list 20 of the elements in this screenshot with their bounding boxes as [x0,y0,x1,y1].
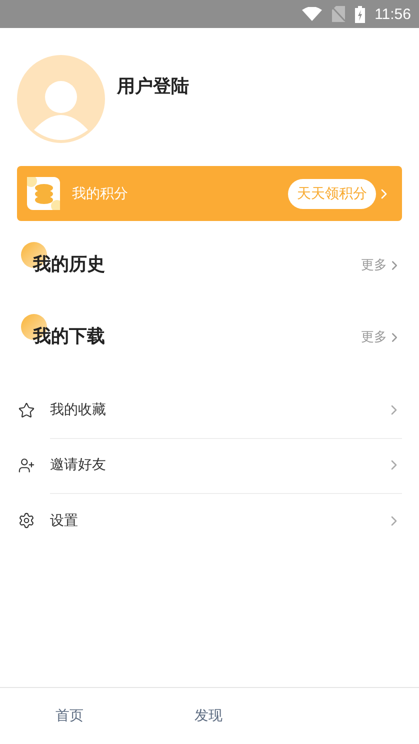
more-link[interactable]: 更多 [361,256,402,274]
more-link[interactable]: 更多 [361,328,402,346]
login-title[interactable]: 用户登陆 [117,74,189,98]
points-label: 我的积分 [72,184,129,202]
coins-icon [27,177,60,210]
menu-item[interactable]: 设置 [50,512,386,530]
clock-time: 11:56 [374,6,411,22]
avatar-icon[interactable] [17,55,105,143]
no-sim-icon [332,6,345,22]
tab-item[interactable]: 首页 [0,688,139,744]
star-icon [18,402,35,419]
tab-item[interactable]: 发现 [139,688,278,744]
wifi-icon [302,7,322,21]
add-user-icon [18,457,35,474]
battery-charging-icon [354,6,365,22]
section-title: 我的下载 [33,325,105,349]
menu-item[interactable]: 邀请好友 [50,456,386,474]
section-title: 我的历史 [33,253,105,277]
settings-icon [18,512,35,529]
menu-item[interactable]: 我的收藏 [50,401,386,419]
